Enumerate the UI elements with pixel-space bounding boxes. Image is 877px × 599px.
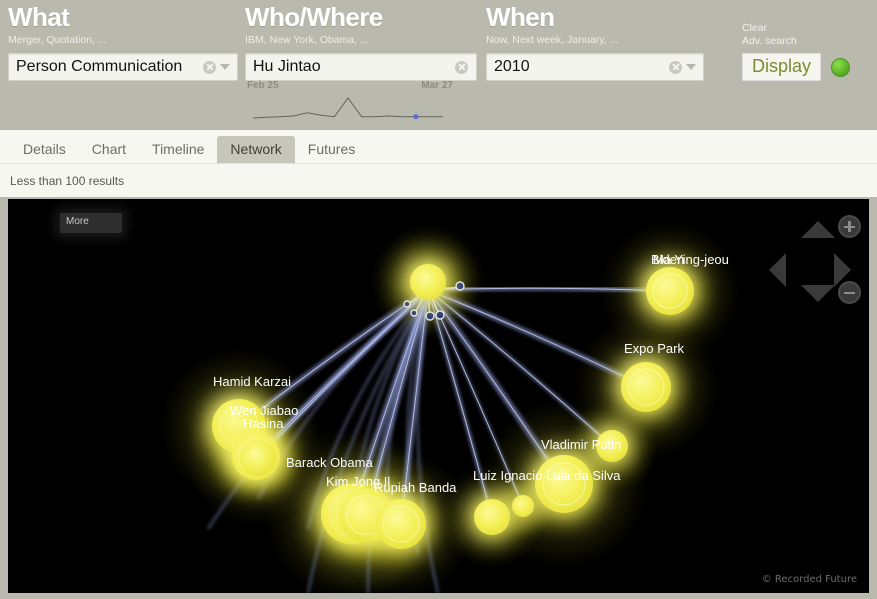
clear-link[interactable]: Clear (742, 22, 767, 35)
tab-timeline[interactable]: Timeline (139, 136, 217, 163)
graph-node[interactable] (240, 440, 276, 476)
zoom-in-icon[interactable] (838, 215, 861, 238)
what-field-group: What Merger, Quotation, ... Person Commu… (8, 0, 238, 81)
graph-node-label: Rupiah Banda (374, 480, 457, 495)
graph-satellite-node[interactable] (403, 300, 411, 308)
who-where-hint: IBM, New York, Obama, ... (245, 34, 369, 46)
arrow-left-icon[interactable] (769, 253, 786, 287)
clear-circle-icon[interactable] (669, 60, 682, 74)
who-where-field-group: Who/Where IBM, New York, Obama, ... Hu J… (245, 0, 477, 81)
graph-satellite-node[interactable] (455, 281, 465, 291)
graph-satellite-node[interactable] (435, 310, 445, 320)
graph-satellite-node[interactable] (425, 311, 435, 321)
chevron-down-icon[interactable] (686, 64, 696, 70)
sparkline-svg (252, 97, 443, 120)
header-actions: Clear Adv. search Display (742, 22, 870, 81)
arrow-down-icon[interactable] (801, 285, 835, 302)
adv-search-link[interactable]: Adv. search (742, 35, 797, 48)
who-where-value: Hu Jintao (253, 58, 321, 75)
display-button[interactable]: Display (742, 53, 822, 81)
when-value: 2010 (494, 58, 530, 75)
graph-node[interactable] (474, 499, 510, 535)
sparkline-start-label: Feb 25 (247, 80, 279, 91)
what-hint: Merger, Quotation, ... (8, 34, 107, 46)
graph-node[interactable] (410, 264, 446, 300)
graph-node-label: Hasina (243, 416, 284, 431)
recorded-future-network-page: What Merger, Quotation, ... Person Commu… (0, 0, 877, 599)
network-graph-svg: Ma Ying-jeouBidenExpo ParkHamid KarzaiWe… (160, 221, 740, 593)
clear-circle-icon[interactable] (203, 60, 216, 74)
when-field-group: When Now, Next week, January, ... 2010 (486, 0, 704, 81)
more-button[interactable]: More (60, 213, 122, 233)
chevron-down-icon[interactable] (220, 64, 230, 70)
when-input[interactable]: 2010 (486, 53, 704, 81)
tab-futures[interactable]: Futures (295, 136, 368, 163)
copyright-text: © Recorded Future (761, 574, 857, 585)
results-count-text: Less than 100 results (10, 174, 125, 188)
who-where-title: Who/Where (245, 2, 383, 32)
graph-node-label: Luiz Ignacio Lula da Silva (473, 468, 621, 483)
graph-node-label: Barack Obama (286, 455, 373, 470)
sparkline-end-label: Mar 27 (421, 80, 453, 91)
tab-bar: Details Chart Timeline Network Futures (0, 136, 877, 163)
when-title: When (486, 2, 555, 32)
who-where-input[interactable]: Hu Jintao (245, 53, 477, 81)
graph-node-label: Biden (651, 252, 684, 267)
graph-node[interactable] (512, 495, 534, 517)
when-hint: Now, Next week, January, ... (486, 34, 619, 46)
arrow-up-icon[interactable] (801, 221, 835, 238)
graph-node-label: Hamid Karzai (213, 374, 291, 389)
what-title: What (8, 2, 70, 32)
what-input[interactable]: Person Communication (8, 53, 238, 81)
display-row: Display (742, 53, 870, 81)
graph-node[interactable] (535, 455, 593, 513)
graph-node-label: Vladimir Putin (541, 437, 621, 452)
tabs-region: Details Chart Timeline Network Futures Less … (0, 130, 877, 197)
tab-chart[interactable]: Chart (79, 136, 139, 163)
network-graph-panel[interactable]: Ma Ying-jeou Biden Expo Park Hamid Karzai We… (8, 199, 869, 593)
graph-satellite-node[interactable] (410, 309, 418, 317)
tab-network[interactable]: Network (217, 136, 295, 163)
what-value: Person Communication (16, 58, 183, 75)
zoom-out-icon[interactable] (838, 281, 861, 304)
graph-node-label: Expo Park (624, 341, 684, 356)
timeline-sparkline[interactable]: Feb 25 Mar 27 (245, 80, 455, 126)
graph-nav-controls (761, 209, 861, 314)
status-indicator-green-icon (831, 57, 851, 77)
tab-details[interactable]: Details (10, 136, 79, 163)
search-header: What Merger, Quotation, ... Person Commu… (0, 0, 877, 130)
clear-circle-icon[interactable] (455, 60, 468, 74)
tab-underline (0, 163, 877, 164)
